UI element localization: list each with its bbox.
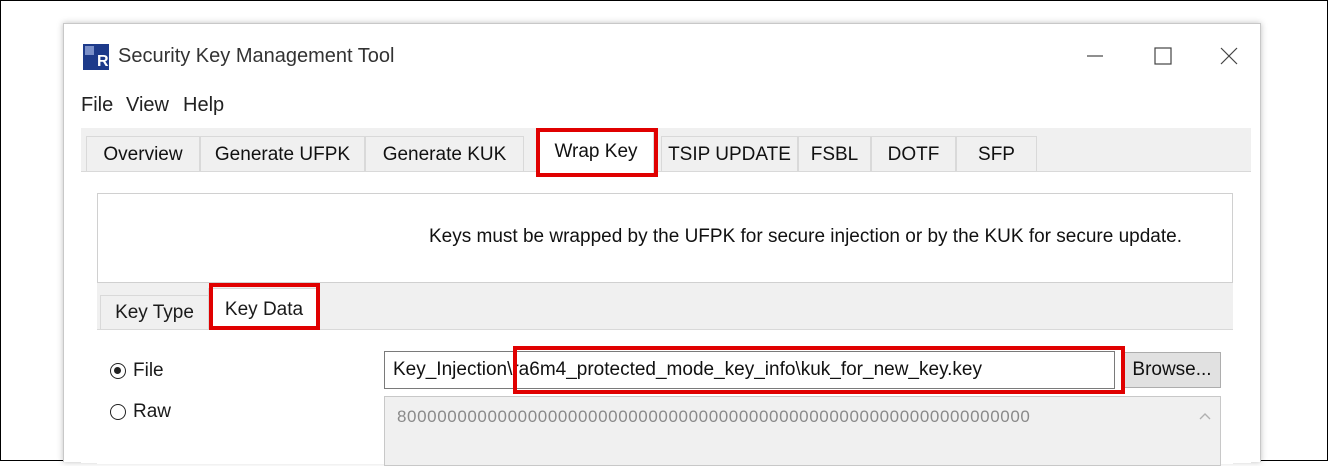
window-title: Security Key Management Tool — [118, 45, 395, 67]
tab-generate-ufpk[interactable]: Generate UFPK — [200, 136, 365, 172]
maximize-icon — [1154, 47, 1172, 65]
screenshot-frame: R Security Key Management Tool File View… — [0, 0, 1328, 466]
minimize-button[interactable] — [1072, 38, 1118, 74]
svg-text:R: R — [97, 53, 109, 70]
file-path-input[interactable]: Key_Injection\ra6m4_protected_mode_key_i… — [384, 351, 1115, 389]
close-icon — [1220, 47, 1238, 65]
raw-radio-indicator — [110, 404, 126, 420]
tab-tsip-update[interactable]: TSIP UPDATE — [661, 136, 798, 172]
file-radio[interactable]: File — [110, 360, 164, 382]
scroll-up-arrow-icon — [1199, 413, 1211, 420]
raw-key-textarea: 8000000000000000000000000000000000000000… — [384, 396, 1221, 466]
wrap-key-panel: Keys must be wrapped by the UFPK for sec… — [81, 171, 1251, 466]
close-button[interactable] — [1206, 38, 1252, 74]
subtab-key-type[interactable]: Key Type — [100, 295, 209, 329]
menu-help[interactable]: Help — [183, 94, 224, 117]
main-content: Overview Generate UFPK Generate KUK Wrap… — [81, 128, 1251, 466]
info-box: Keys must be wrapped by the UFPK for sec… — [97, 193, 1233, 283]
file-radio-indicator — [110, 363, 126, 379]
app-window: R Security Key Management Tool File View… — [63, 23, 1261, 466]
tab-fsbl[interactable]: FSBL — [798, 136, 871, 172]
title-bar[interactable]: R Security Key Management Tool — [64, 24, 1260, 86]
key-subtab-area: Key Type Key Data File Raw Key_Injection… — [97, 283, 1233, 466]
menu-bar: File View Help — [64, 86, 1260, 126]
raw-radio-label: Raw — [133, 401, 172, 422]
tab-wrap-key[interactable]: Wrap Key — [538, 130, 654, 173]
file-radio-label: File — [133, 360, 164, 381]
raw-key-value: 8000000000000000000000000000000000000000… — [397, 407, 1031, 426]
raw-radio[interactable]: Raw — [110, 401, 171, 423]
minimize-icon — [1087, 55, 1103, 57]
menu-file[interactable]: File — [81, 94, 113, 117]
info-text: Keys must be wrapped by the UFPK for sec… — [429, 226, 1182, 247]
tab-generate-kuk[interactable]: Generate KUK — [365, 136, 524, 172]
app-icon: R — [83, 44, 109, 70]
background-strip — [2, 2, 62, 459]
menu-view[interactable]: View — [126, 94, 169, 117]
tab-overview[interactable]: Overview — [86, 136, 200, 172]
browse-button[interactable]: Browse... — [1123, 352, 1221, 388]
main-tab-strip: Overview Generate UFPK Generate KUK Wrap… — [81, 128, 1251, 173]
tab-dotf[interactable]: DOTF — [871, 136, 956, 172]
tab-sfp[interactable]: SFP — [956, 136, 1037, 172]
maximize-button[interactable] — [1140, 38, 1186, 74]
key-data-panel: File Raw Key_Injection\ra6m4_protected_m… — [97, 329, 1233, 466]
subtab-key-data[interactable]: Key Data — [208, 288, 320, 330]
